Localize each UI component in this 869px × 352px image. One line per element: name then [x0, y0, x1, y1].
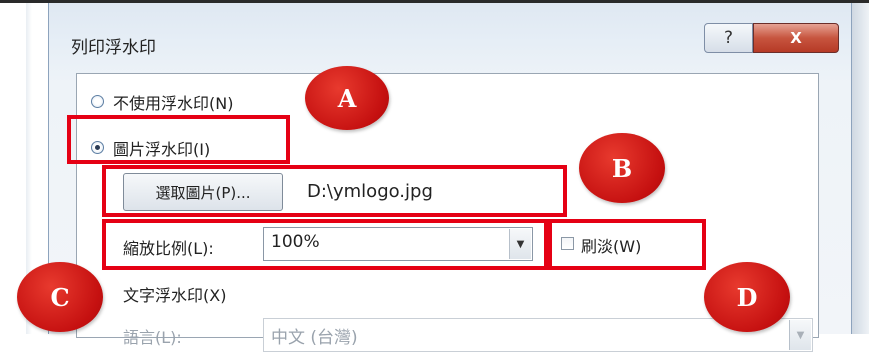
marker-a: A — [305, 66, 389, 130]
marker-d: D — [704, 262, 790, 332]
language-label: 語言(L): — [123, 328, 182, 347]
washout-checkbox[interactable] — [561, 237, 574, 250]
close-icon: X — [790, 29, 802, 47]
marker-a-letter: A — [337, 83, 357, 113]
dialog-title: 列印浮水印 — [71, 38, 156, 58]
image-file-path: D:\ymlogo.jpg — [307, 181, 433, 202]
marker-b: B — [579, 133, 665, 203]
washout-label[interactable]: 刷淡(W) — [581, 233, 641, 257]
marker-c: C — [17, 262, 103, 332]
scale-combobox[interactable]: 100% ▼ — [263, 227, 533, 261]
language-value: 中文 (台灣) — [271, 328, 358, 348]
close-button[interactable]: X — [753, 23, 839, 53]
marker-c-letter: C — [50, 282, 70, 312]
text-watermark-label[interactable]: 文字浮水印(X) — [123, 282, 226, 306]
image-watermark-radio[interactable] — [91, 141, 104, 154]
select-picture-label: 選取圖片(P)... — [155, 183, 251, 202]
help-button[interactable]: ? — [704, 23, 753, 53]
no-watermark-radio[interactable] — [91, 95, 104, 108]
scale-value[interactable]: 100% — [271, 232, 320, 252]
chevron-down-icon: ▼ — [796, 329, 805, 341]
image-watermark-label[interactable]: 圖片浮水印(I) — [113, 136, 210, 160]
marker-b-letter: B — [611, 153, 633, 183]
scale-label: 縮放比例(L): — [123, 239, 214, 258]
question-icon: ? — [723, 28, 734, 48]
chevron-down-icon: ▼ — [516, 238, 525, 250]
scale-dropdown-button[interactable]: ▼ — [509, 229, 531, 259]
select-picture-button[interactable]: 選取圖片(P)... — [123, 173, 283, 211]
background-window-edge-right — [852, 3, 869, 334]
marker-d-letter: D — [736, 282, 758, 312]
no-watermark-label[interactable]: 不使用浮水印(N) — [113, 90, 233, 114]
language-dropdown-button[interactable]: ▼ — [789, 320, 811, 350]
